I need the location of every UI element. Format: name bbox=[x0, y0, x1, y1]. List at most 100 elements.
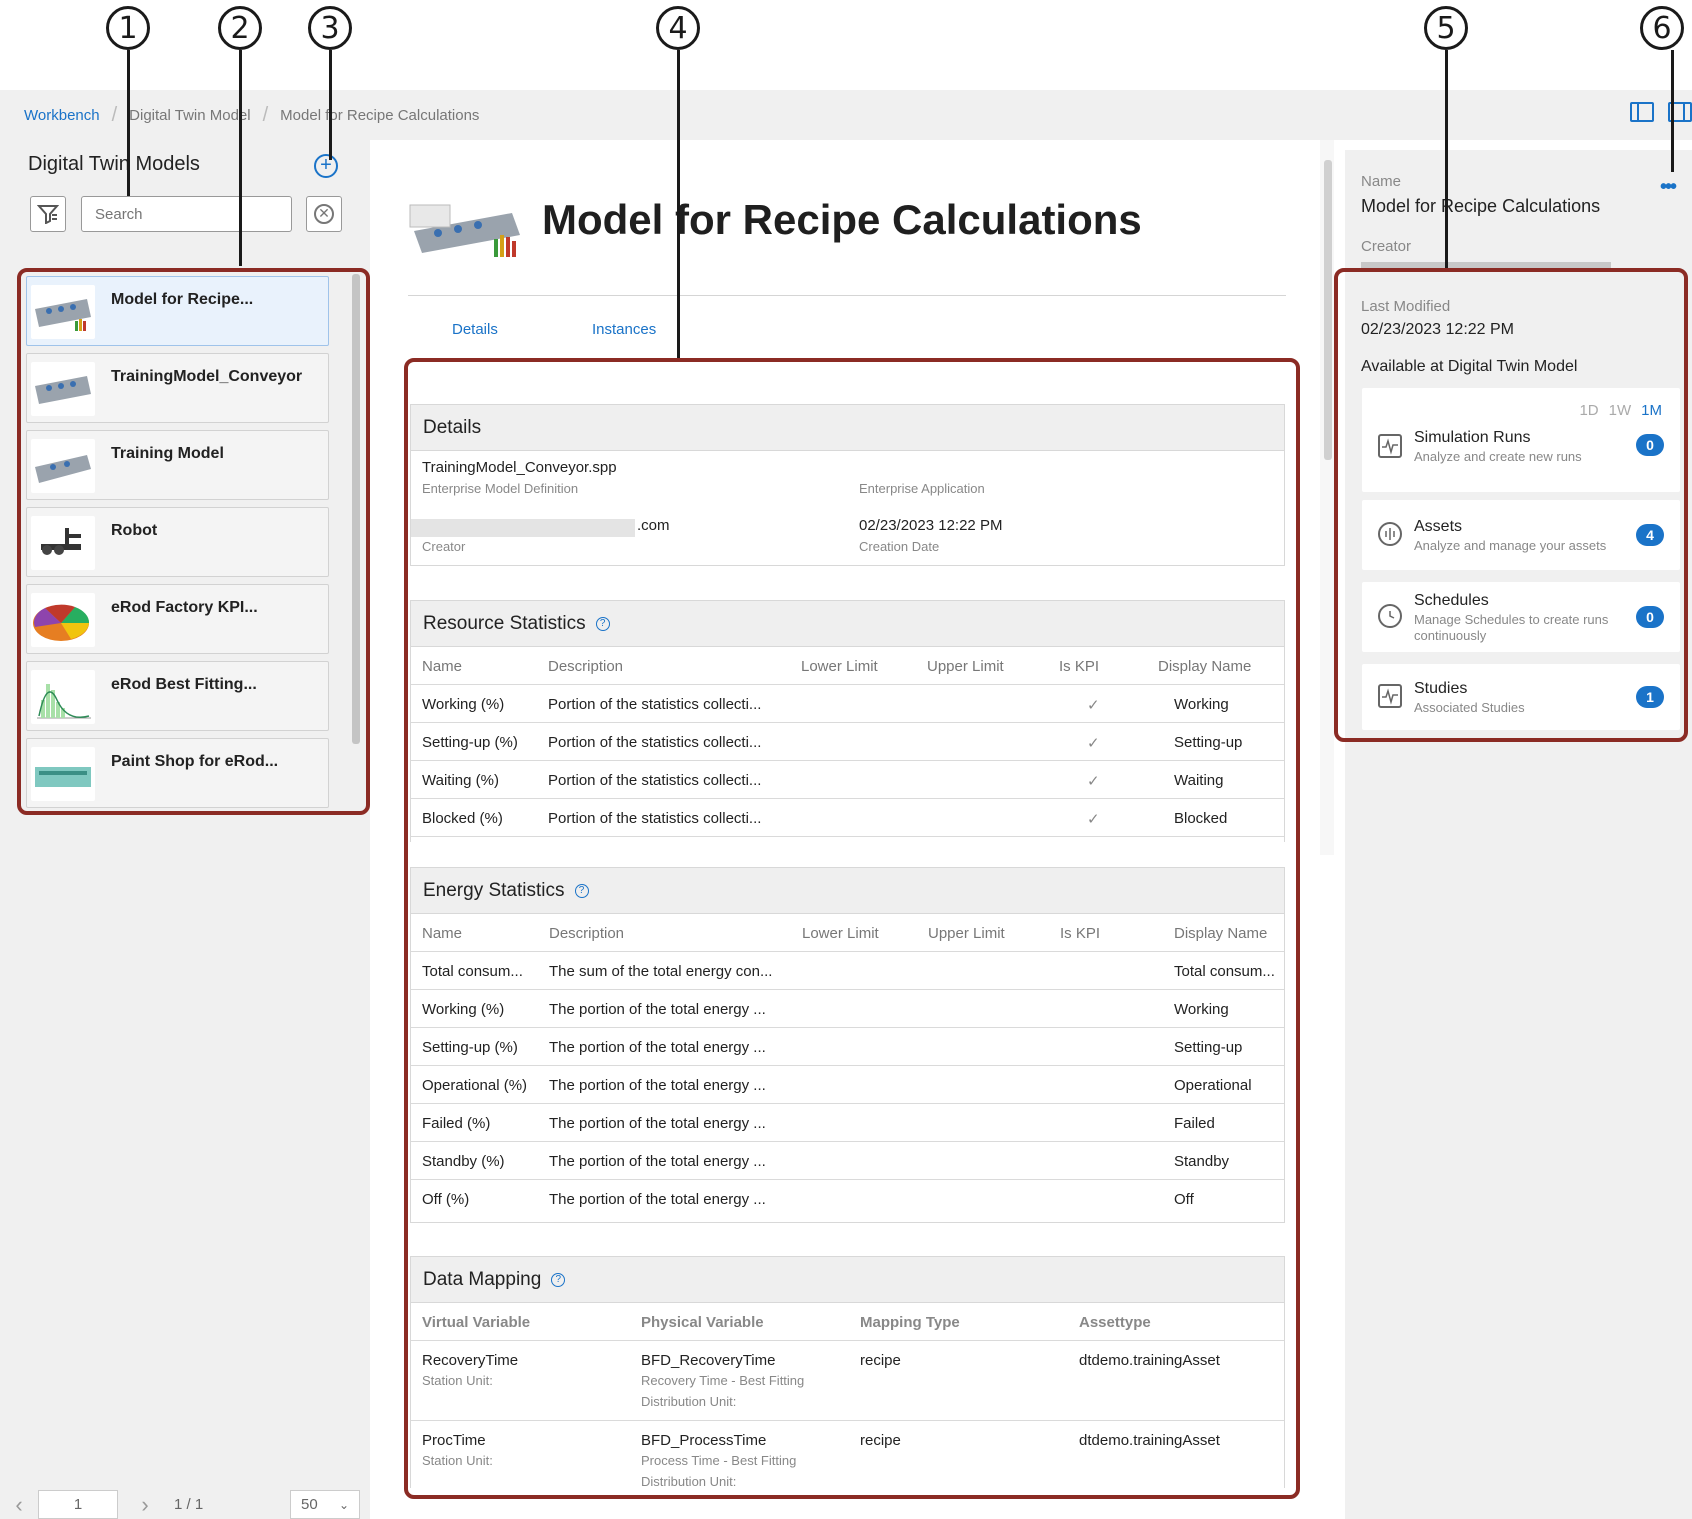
data-mapping-section: Data Mapping? Virtual Variable Physical … bbox=[410, 1256, 1285, 1489]
list-item[interactable]: Paint Shop for eRod... bbox=[26, 738, 329, 808]
cell-physical-variable: BFD_RecoveryTime bbox=[641, 1352, 776, 1369]
callout-4: 4 bbox=[656, 6, 700, 50]
help-icon[interactable]: ? bbox=[551, 1272, 566, 1287]
model-thumbnail bbox=[31, 439, 95, 493]
callout-leader bbox=[1445, 50, 1448, 268]
list-item[interactable]: eRod Factory KPI... bbox=[26, 584, 329, 654]
col-upper-limit: Upper Limit bbox=[927, 658, 1004, 675]
content-scrollbar[interactable] bbox=[1324, 160, 1332, 460]
cell-name: Failed (%) bbox=[422, 1115, 491, 1132]
prev-page-button[interactable]: ‹ bbox=[2, 1490, 36, 1519]
cell-display-name: Total consum... bbox=[1174, 963, 1275, 980]
table-row[interactable]: Failed (%) The portion of the total energ… bbox=[411, 1104, 1284, 1142]
col-mapping-type: Mapping Type bbox=[860, 1314, 960, 1331]
creator-label: Creator bbox=[422, 539, 466, 554]
model-thumbnail bbox=[31, 362, 95, 416]
cell-description: The sum of the total energy con... bbox=[549, 963, 773, 980]
model-list: Model for Recipe... TrainingModel_Convey… bbox=[20, 272, 360, 942]
table-row[interactable]: Total consum... The sum of the total ener… bbox=[411, 952, 1284, 990]
table-row[interactable]: Working (%) Portion of the statistics co… bbox=[411, 685, 1284, 723]
help-icon[interactable]: ? bbox=[574, 883, 589, 898]
cell-physical-variable: BFD_ProcessTime bbox=[641, 1432, 767, 1449]
col-physical-variable: Physical Variable bbox=[641, 1314, 764, 1331]
table-row[interactable]: Off (%) The portion of the total energy .… bbox=[411, 1180, 1284, 1218]
page-number-input[interactable]: 1 bbox=[38, 1490, 118, 1519]
cell-name: Off (%) bbox=[422, 1191, 470, 1208]
tab-instances[interactable]: Instances bbox=[592, 321, 656, 338]
chevron-left-icon: ‹ bbox=[15, 1491, 23, 1517]
table-row[interactable]: RecoveryTime Station Unit: BFD_RecoveryT… bbox=[411, 1341, 1284, 1421]
page-size-select[interactable]: 50 ⌄ bbox=[290, 1490, 360, 1519]
table-row[interactable]: Working (%) The portion of the total ener… bbox=[411, 990, 1284, 1028]
redacted-creator bbox=[1361, 262, 1611, 268]
callout-6: 6 bbox=[1640, 6, 1684, 50]
cell-name: Waiting (%) bbox=[422, 772, 499, 789]
emd-value: TrainingModel_Conveyor.spp bbox=[422, 459, 617, 476]
breadcrumb-digital-twin-model[interactable]: Digital Twin Model bbox=[129, 107, 250, 124]
table-row[interactable]: Setting-up (%) The portion of the total e… bbox=[411, 1028, 1284, 1066]
cell-description: Portion of the statistics collecti... bbox=[548, 810, 762, 827]
ellipsis-icon: ••• bbox=[1660, 176, 1677, 198]
table-row[interactable]: Waiting (%) Portion of the statistics co… bbox=[411, 761, 1284, 799]
breadcrumb-separator: / bbox=[262, 103, 269, 126]
page-number: 1 bbox=[73, 1496, 83, 1513]
table-row[interactable]: ProcTime Station Unit: BFD_ProcessTime P… bbox=[411, 1421, 1284, 1501]
range-1m[interactable]: 1M bbox=[1641, 402, 1662, 419]
list-item[interactable]: Robot bbox=[26, 507, 329, 577]
card-subtitle: Analyze and create new runs bbox=[1414, 449, 1582, 464]
col-is-kpi: Is KPI bbox=[1059, 658, 1100, 675]
filter-button[interactable] bbox=[30, 196, 66, 232]
section-title: Resource Statistics bbox=[423, 612, 586, 634]
available-label: Available at Digital Twin Model bbox=[1361, 358, 1578, 375]
activity-chart-icon bbox=[1378, 434, 1402, 458]
search-input[interactable] bbox=[81, 196, 292, 232]
list-item[interactable]: TrainingModel_Conveyor bbox=[26, 353, 329, 423]
callout-leader bbox=[127, 50, 130, 196]
breadcrumb-workbench[interactable]: Workbench bbox=[24, 107, 100, 124]
creator-value: .com bbox=[637, 517, 670, 534]
simulation-runs-card[interactable]: 1D 1W 1M Simulation Runs Analyze and cre… bbox=[1362, 388, 1680, 492]
tab-details[interactable]: Details bbox=[452, 321, 498, 338]
add-model-button[interactable]: + bbox=[314, 154, 338, 178]
range-1w[interactable]: 1W bbox=[1609, 402, 1632, 419]
table-row[interactable]: Standby (%) The portion of the total ener… bbox=[411, 1142, 1284, 1180]
studies-card[interactable]: Studies Associated Studies 1 bbox=[1362, 664, 1680, 730]
list-item[interactable]: eRod Best Fitting... bbox=[26, 661, 329, 731]
count-badge: 4 bbox=[1636, 524, 1664, 546]
col-display-name: Display Name bbox=[1174, 925, 1268, 942]
list-scrollbar[interactable] bbox=[352, 274, 360, 744]
cell-physical-desc: Process Time - Best Fitting bbox=[641, 1453, 797, 1468]
table-row[interactable]: Setting-up (%) Portion of the statistics… bbox=[411, 723, 1284, 761]
callout-leader bbox=[1671, 50, 1674, 172]
more-options-button[interactable]: ••• bbox=[1660, 176, 1677, 199]
model-name: TrainingModel_Conveyor bbox=[111, 368, 303, 385]
activity-chart-icon bbox=[1378, 684, 1402, 708]
left-panel-toggle-icon[interactable] bbox=[1630, 102, 1654, 122]
list-item[interactable]: Model for Recipe... bbox=[26, 276, 329, 346]
cell-virtual-variable: ProcTime bbox=[422, 1432, 486, 1449]
card-title: Studies bbox=[1414, 680, 1468, 697]
callout-5: 5 bbox=[1424, 6, 1468, 50]
cell-name: Working (%) bbox=[422, 696, 505, 713]
col-assettype: Assettype bbox=[1079, 1314, 1151, 1331]
schedules-card[interactable]: Schedules Manage Schedules to create run… bbox=[1362, 582, 1680, 652]
list-item[interactable]: Training Model bbox=[26, 430, 329, 500]
page-title: Model for Recipe Calculations bbox=[542, 196, 1142, 243]
assets-card[interactable]: Assets Analyze and manage your assets 4 bbox=[1362, 500, 1680, 570]
col-lower-limit: Lower Limit bbox=[801, 658, 878, 675]
cell-display-name: Setting-up bbox=[1174, 734, 1243, 751]
cell-name: Blocked (%) bbox=[422, 810, 503, 827]
cell-virtual-unit: Station Unit: bbox=[422, 1453, 493, 1468]
range-1d[interactable]: 1D bbox=[1579, 402, 1598, 419]
model-thumbnail bbox=[31, 747, 95, 801]
callout-3: 3 bbox=[308, 6, 352, 50]
next-page-button[interactable]: › bbox=[128, 1490, 162, 1519]
table-row[interactable]: Blocked (%) Portion of the statistics co… bbox=[411, 799, 1284, 837]
table-row[interactable]: Operational (%) The portion of the total … bbox=[411, 1066, 1284, 1104]
clear-search-button[interactable]: ✕ bbox=[306, 196, 342, 232]
help-icon[interactable]: ? bbox=[595, 616, 610, 631]
model-thumbnail bbox=[31, 593, 95, 647]
cell-display-name: Working bbox=[1174, 1001, 1229, 1018]
cell-name: Working (%) bbox=[422, 1001, 505, 1018]
col-lower-limit: Lower Limit bbox=[802, 925, 879, 942]
